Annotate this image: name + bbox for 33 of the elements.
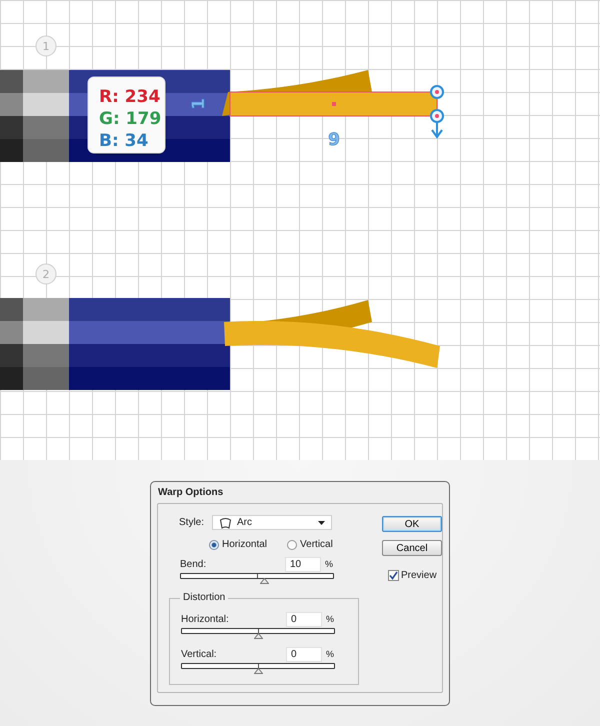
height-label: 1 bbox=[189, 98, 209, 110]
slider-label: Bend: bbox=[180, 558, 208, 570]
checkmark-icon bbox=[389, 571, 398, 580]
step-badge: 1 bbox=[36, 36, 56, 56]
style-dropdown[interactable]: Arc bbox=[212, 515, 332, 530]
color-value: R: 234 bbox=[99, 87, 160, 107]
group-title: Distortion bbox=[180, 592, 228, 603]
color-value: B: 34 bbox=[99, 131, 148, 151]
width-label: 9 bbox=[328, 130, 340, 150]
slider-label: Horizontal: bbox=[181, 614, 230, 624]
slider-track[interactable] bbox=[181, 663, 335, 675]
slider-track[interactable] bbox=[181, 628, 335, 640]
caret-icon bbox=[318, 520, 326, 524]
warp-arc-icon bbox=[219, 516, 232, 528]
percent-label: % bbox=[325, 559, 334, 569]
checkbox[interactable] bbox=[388, 570, 399, 581]
color-value: G: 179 bbox=[99, 109, 162, 129]
slider-label: Vertical: bbox=[181, 648, 218, 660]
value-field[interactable]: 0 bbox=[286, 646, 322, 662]
percent-label: % bbox=[326, 649, 335, 659]
preview-label[interactable]: Preview bbox=[401, 570, 437, 581]
style-label: Style: bbox=[179, 517, 204, 528]
dialog-title: Warp Options bbox=[158, 487, 224, 498]
value-field[interactable]: 0 bbox=[286, 612, 322, 626]
style-value: Arc bbox=[237, 517, 254, 528]
radio-option[interactable]: Horizontal bbox=[209, 539, 268, 550]
value-field[interactable]: 10 bbox=[285, 556, 321, 572]
slider-track[interactable] bbox=[180, 573, 334, 585]
percent-label: % bbox=[326, 614, 335, 624]
radio-option[interactable]: Vertical bbox=[287, 539, 333, 550]
step-badge: 2 bbox=[36, 264, 56, 284]
dialog-button[interactable]: OK bbox=[382, 516, 442, 532]
dialog-button[interactable]: Cancel bbox=[382, 540, 442, 556]
